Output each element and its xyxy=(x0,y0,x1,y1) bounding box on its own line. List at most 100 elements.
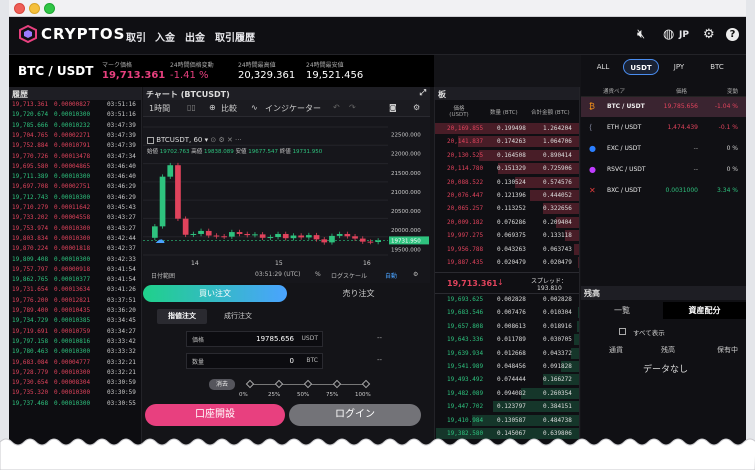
history-row: 19,710.279 0.00011642 03:45:43 xyxy=(9,203,141,213)
ask-row[interactable]: 20,065.257 0.113252 0.322656 xyxy=(435,203,579,215)
chevron-down-icon[interactable]: ▾ xyxy=(202,136,209,144)
compare-button[interactable]: 比較 xyxy=(221,103,237,114)
change-value: -1.41 % xyxy=(170,70,209,81)
bid-row[interactable]: 19,639.934 0.012668 0.043372 xyxy=(435,347,579,359)
legend-tools-icon[interactable]: ⊙ ⚙ ✕ ··· xyxy=(210,136,241,144)
indicator-button[interactable]: インジケーター xyxy=(265,103,321,114)
market-row[interactable]: ₿ BTC / USDT 19,785.656 -1.04 % xyxy=(581,97,746,117)
ask-row[interactable]: 19,956.788 0.043263 0.063743 xyxy=(435,243,579,255)
open-account-button[interactable]: 口座開設 xyxy=(145,404,285,426)
history-time: 03:47:34 xyxy=(107,152,136,160)
ask-row[interactable]: 20,009.182 0.076286 0.209404 xyxy=(435,216,579,228)
legend-checkbox[interactable] xyxy=(147,136,154,144)
login-button[interactable]: ログイン xyxy=(289,404,421,426)
nav-deposit[interactable]: 入金 xyxy=(155,29,175,44)
bid-row[interactable]: 19,447.702 0.123797 0.384151 xyxy=(435,401,579,413)
expand-icon[interactable]: ⤢ xyxy=(420,88,426,98)
bid-row[interactable]: 19,410.984 0.130587 0.484738 xyxy=(435,414,579,426)
history-time: 03:41:54 xyxy=(107,276,136,284)
assets-allocation-tab[interactable]: 資産配分 xyxy=(663,302,746,319)
close-window-button[interactable] xyxy=(14,3,25,14)
ask-row[interactable]: 20,130.525 0.164508 0.890414 xyxy=(435,149,579,161)
bid-row[interactable]: 19,683.546 0.007476 0.010304 xyxy=(435,307,579,319)
market-row[interactable]: ⟨ ETH / USDT 1,474.439 -0.1 % xyxy=(581,118,746,138)
nav-withdraw[interactable]: 出金 xyxy=(185,29,205,44)
market-order-tab[interactable]: 成行注文 xyxy=(213,309,263,324)
nav-trade[interactable]: 取引 xyxy=(126,29,146,44)
ohlc-legend: 始値 19702.763 高値 19838.089 安値 19677.547 終… xyxy=(147,147,322,155)
bid-row[interactable]: 19,693.625 0.002828 0.002828 xyxy=(435,294,579,305)
candle-type-icon[interactable]: ▯▯ xyxy=(187,103,196,112)
minimize-window-button[interactable] xyxy=(29,3,40,14)
percent-toggle[interactable]: % xyxy=(315,271,321,278)
log-scale-toggle[interactable]: ログスケール xyxy=(331,271,367,280)
ask-row[interactable]: 19,997.275 0.069375 0.133118 xyxy=(435,230,579,242)
date-range-button[interactable]: 日付範囲 xyxy=(151,271,175,280)
market-tab-usdt[interactable]: USDT xyxy=(623,59,659,75)
price-estimate: -- xyxy=(377,334,383,342)
compare-icon[interactable]: ⊕ xyxy=(209,103,216,112)
slider-stop[interactable] xyxy=(361,379,371,389)
ask-row[interactable]: 20,114.780 0.151329 0.725906 xyxy=(435,163,579,175)
bid-row[interactable]: 19,482.089 0.094082 0.260354 xyxy=(435,387,579,399)
clear-button[interactable]: 消去 xyxy=(209,379,235,390)
mute-icon[interactable]: 🔇︎ xyxy=(637,28,645,42)
history-time: 03:46:29 xyxy=(107,193,136,201)
ask-row[interactable]: 20,141.837 0.174263 1.064706 xyxy=(435,136,579,148)
quantity-input[interactable]: 数量 0 BTC xyxy=(186,353,323,369)
bid-row[interactable]: 19,657.808 0.008613 0.018916 xyxy=(435,320,579,332)
amount-slider[interactable] xyxy=(245,379,371,390)
nav-history[interactable]: 取引履歴 xyxy=(215,29,255,44)
language-label[interactable]: JP xyxy=(679,30,689,40)
limit-order-tab[interactable]: 指値注文 xyxy=(157,309,207,324)
x-tick-label: 16 xyxy=(363,260,371,267)
bid-row[interactable]: 19,643.336 0.011789 0.030705 xyxy=(435,334,579,346)
gear-icon[interactable]: ⚙ xyxy=(703,28,715,42)
book-total: 0.444052 xyxy=(543,192,572,199)
show-all-checkbox[interactable] xyxy=(619,328,626,335)
camera-icon[interactable]: ◙ xyxy=(389,103,397,112)
slider-stop[interactable] xyxy=(303,379,313,389)
slider-stop[interactable] xyxy=(274,379,284,389)
assets-list-tab[interactable]: 一覧 xyxy=(581,302,663,319)
logo[interactable]: CRYPTOS xyxy=(19,25,125,43)
book-qty: 0.011789 xyxy=(497,336,526,344)
book-total: 0.018916 xyxy=(543,322,572,330)
bid-row[interactable]: 19,493.492 0.074444 0.166272 xyxy=(435,374,579,386)
indicator-icon[interactable]: ∿ xyxy=(251,103,258,112)
market-row[interactable]: ● EXC / USDT -- 0 % xyxy=(581,139,746,159)
market-tab-btc[interactable]: BTC xyxy=(699,59,735,75)
ask-row[interactable]: 20,088.522 0.130524 0.574576 xyxy=(435,176,579,188)
market-tab-jpy[interactable]: JPY xyxy=(661,59,697,75)
ask-row[interactable]: 20,169.855 0.199498 1.264204 xyxy=(435,123,579,134)
sell-tab[interactable]: 売り注文 xyxy=(287,285,430,302)
buy-tab[interactable]: 買い注文 xyxy=(143,285,287,302)
price-input[interactable]: 価格 19785.656 USDT xyxy=(186,331,323,347)
ask-row[interactable]: 20,076.447 0.121396 0.444052 xyxy=(435,190,579,201)
maximize-window-button[interactable] xyxy=(44,3,55,14)
book-price: 19,541.989 xyxy=(447,363,484,370)
auto-scale-toggle[interactable]: 自動 xyxy=(385,271,397,280)
ask-row[interactable]: 19,887.435 0.020479 0.020479 xyxy=(435,257,579,268)
brand-name: CRYPTOS xyxy=(41,25,126,43)
settings-icon[interactable]: ⚙ xyxy=(413,103,420,112)
redo-icon[interactable]: ↷ xyxy=(349,103,356,112)
history-amount: 0.00010377 xyxy=(54,276,91,284)
help-icon[interactable]: ? xyxy=(726,28,739,41)
y-tick-label: 19500.000 xyxy=(391,247,421,253)
chart-settings-icon[interactable]: ⚙ xyxy=(413,271,418,278)
market-row[interactable]: ● RSVC / USDT -- 0 % xyxy=(581,160,746,180)
y-tick-label: 21500.000 xyxy=(391,171,421,177)
history-price: 19,695.580 xyxy=(12,162,49,170)
bid-row[interactable]: 19,541.989 0.048456 0.091828 xyxy=(435,361,579,372)
history-amount: 0.00004558 xyxy=(54,214,91,222)
globe-icon[interactable]: ◍ xyxy=(663,28,674,42)
slider-stop[interactable] xyxy=(245,379,255,389)
interval-select[interactable]: 1時間 xyxy=(149,103,170,114)
slider-percent: 25% xyxy=(268,392,281,398)
price-unit: USDT xyxy=(301,335,319,342)
undo-icon[interactable]: ↶ xyxy=(333,103,340,112)
market-tab-all[interactable]: ALL xyxy=(585,59,621,75)
slider-stop[interactable] xyxy=(332,379,342,389)
market-row[interactable]: ✕ BXC / USDT 0.0031000 3.34 % xyxy=(581,181,746,201)
